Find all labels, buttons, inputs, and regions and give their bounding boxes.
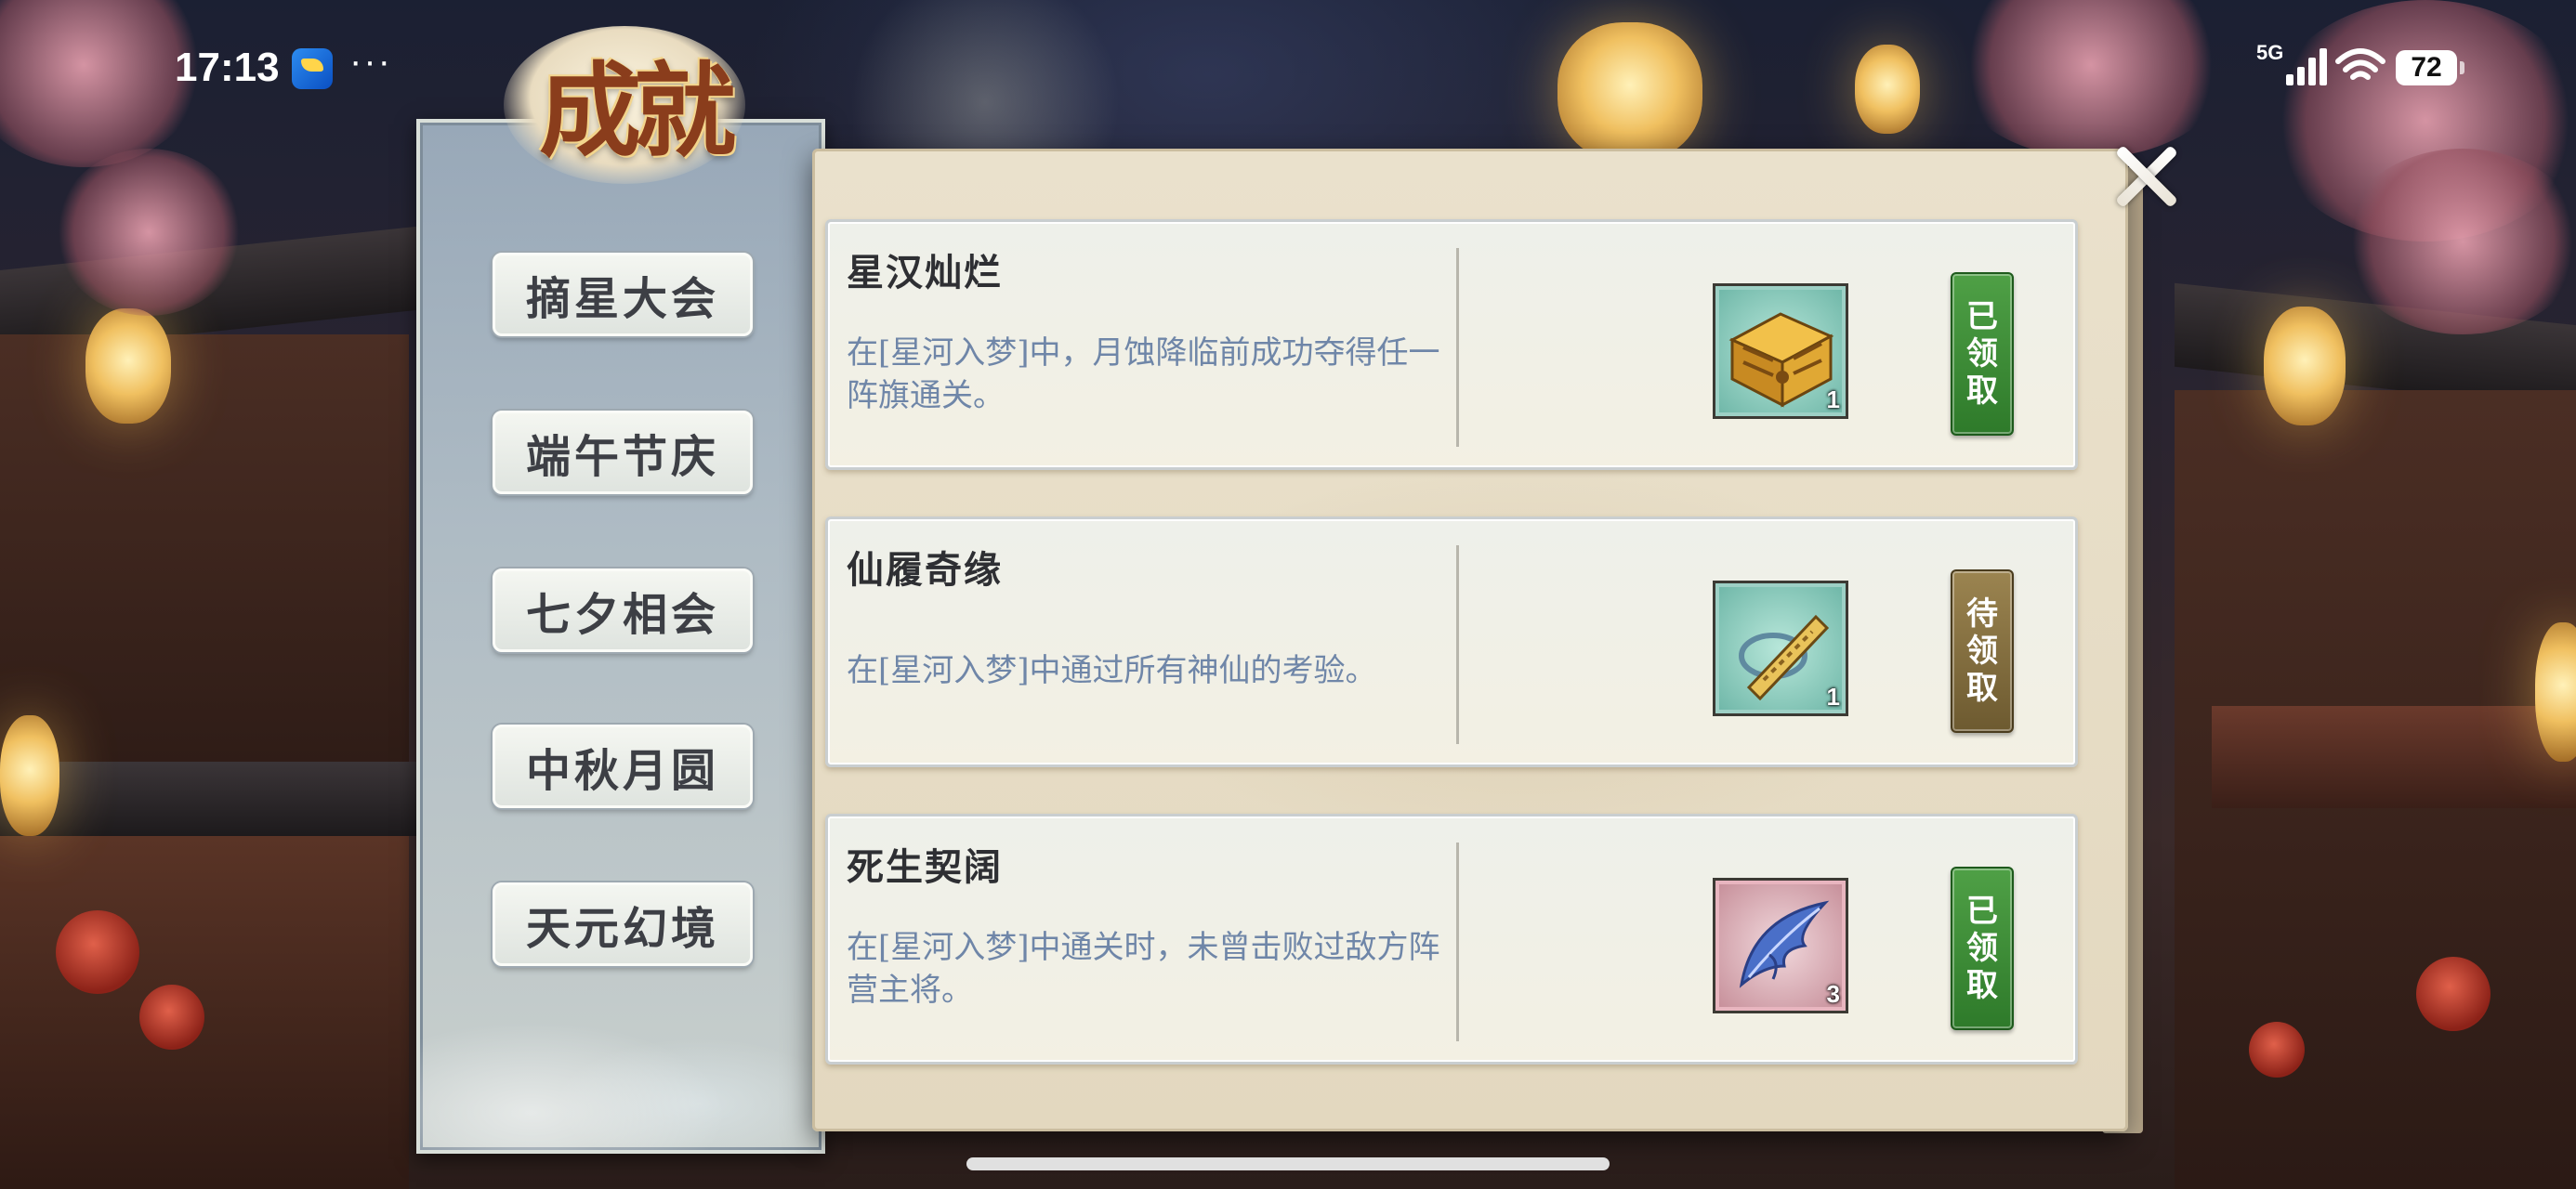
reward-quantity: 1 [1826,683,1840,711]
sidebar-item-tianyuan[interactable]: 天元幻境 [493,882,753,966]
wifi-icon [2335,48,2385,80]
signal-strength-icon [2286,48,2333,85]
sidebar-item-duanwu[interactable]: 端午节庆 [493,411,753,494]
claim-status-button[interactable]: 已 领 取 [1951,272,2014,436]
sidebar-item-qixi[interactable]: 七夕相会 [493,568,753,652]
reward-item[interactable]: 3 [1713,878,1848,1013]
claim-status-button[interactable]: 已 领 取 [1951,867,2014,1030]
title-emblem: 成就 [485,17,782,193]
achievement-description: 在[星河入梦]中，月蚀降临前成功夺得任一阵旗通关。 [847,334,1440,414]
network-type-label: 5G [2256,41,2284,64]
achievement-card: 星汉灿烂 在[星河入梦]中，月蚀降临前成功夺得任一阵旗通关。 1 已 领 取 [825,219,2078,470]
claim-status-char: 领 [1966,930,1998,967]
card-divider [1456,843,1459,1041]
card-divider [1456,248,1459,447]
claim-status-char: 领 [1966,335,1998,372]
status-time: 17:13 [175,45,280,90]
achievement-title: 死生契阔 [847,845,1003,889]
claim-reward-button[interactable]: 待 领 取 [1951,569,2014,733]
card-divider [1456,545,1459,744]
achievement-description: 在[星河入梦]中通关时，未曾击败过敌方阵营主将。 [847,929,1440,1009]
home-indicator[interactable] [966,1157,1610,1170]
close-button[interactable] [2108,139,2182,214]
achievement-card: 死生契阔 在[星河入梦]中通关时，未曾击败过敌方阵营主将。 3 已 领 取 [825,814,2078,1065]
more-notifications-icon: ··· [349,41,392,82]
app-notification-icon [292,48,333,89]
claim-status-char: 取 [1966,967,1998,1004]
claim-status-char: 领 [1966,633,1998,670]
claim-status-char: 已 [1966,893,1998,930]
achievement-title: 星汉灿烂 [847,251,1003,294]
claim-status-char: 已 [1966,298,1998,335]
sidebar-item-zhaixing[interactable]: 摘星大会 [493,253,753,336]
achievement-title: 仙履奇缘 [847,548,1003,592]
claim-status-char: 待 [1966,595,1998,633]
status-bar: 17:13 ··· 5G 72 [0,0,2576,139]
reward-item[interactable]: 1 [1713,581,1848,716]
reward-item[interactable]: 1 [1713,283,1848,419]
page-title: 成就 [539,51,736,171]
reward-quantity: 1 [1826,385,1840,413]
claim-status-char: 取 [1966,670,1998,707]
reward-quantity: 3 [1826,980,1840,1008]
battery-indicator: 72 [2396,50,2464,85]
achievement-card: 仙履奇缘 在[星河入梦]中通过所有神仙的考验。 1 待 领 取 [825,516,2078,767]
sidebar-item-zhongqiu[interactable]: 中秋月圆 [493,725,753,808]
achievement-description: 在[星河入梦]中通过所有神仙的考验。 [847,652,1377,689]
claim-status-char: 取 [1966,372,1998,410]
